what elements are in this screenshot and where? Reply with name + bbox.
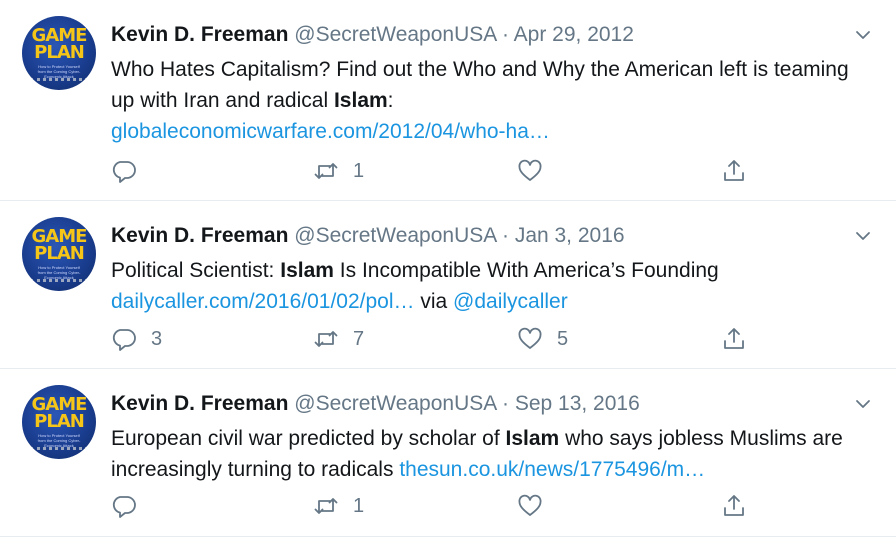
tweet-text-highlight: Islam <box>505 427 560 450</box>
avatar-logo-line2: PLAN <box>34 243 85 264</box>
tweet-actions: 3 7 5 <box>111 324 771 354</box>
tweet-link[interactable]: thesun.co.uk/news/1775496/m… <box>399 458 705 481</box>
reply-icon <box>111 493 137 519</box>
separator-dot: · <box>501 392 509 415</box>
avatar[interactable]: GAME PLAN How to Protect Yourself from t… <box>22 385 96 459</box>
separator-dot: · <box>501 23 509 46</box>
avatar[interactable]: GAME PLAN How to Protect Yourself from t… <box>22 16 96 90</box>
retweet-button[interactable]: 1 <box>313 156 364 186</box>
tweet-header: Kevin D. Freeman @SecretWeaponUSA · Apr … <box>111 22 634 48</box>
reply-button[interactable]: 3 <box>111 324 162 354</box>
share-button[interactable] <box>721 156 747 186</box>
reply-icon <box>111 158 137 184</box>
author-handle[interactable]: @SecretWeaponUSA <box>294 392 496 415</box>
via-text: via <box>414 290 454 313</box>
chevron-down-icon[interactable] <box>854 395 872 413</box>
tweet-text-part: : <box>387 89 394 112</box>
retweet-icon <box>313 326 339 352</box>
retweet-count: 1 <box>353 494 365 517</box>
mention-link[interactable]: @dailycaller <box>453 290 568 313</box>
tweet-text-part: Is Incompatible With America’s Founding <box>333 259 719 282</box>
tweet-text-highlight: Islam <box>280 259 334 282</box>
separator-dot: · <box>501 224 509 247</box>
share-button[interactable] <box>721 324 747 354</box>
tweet[interactable]: GAME PLAN How to Protect Yourself from t… <box>0 0 896 201</box>
reply-button[interactable] <box>111 156 151 186</box>
tweet-text: Who Hates Capitalism? Find out the Who a… <box>111 54 851 147</box>
retweet-button[interactable]: 1 <box>313 491 364 521</box>
retweet-icon <box>313 493 339 519</box>
retweet-count: 1 <box>353 159 365 182</box>
avatar-subtitle: How to Protect Yourself from the Coming … <box>37 64 81 79</box>
like-button[interactable] <box>517 156 557 186</box>
like-count: 5 <box>557 327 569 350</box>
tweet-text-highlight: Islam <box>333 89 388 112</box>
author-name[interactable]: Kevin D. Freeman <box>111 392 288 415</box>
share-icon <box>721 158 747 184</box>
tweet-text-part: Who Hates Capitalism? Find out the Who a… <box>111 58 849 112</box>
tweet[interactable]: GAME PLAN How to Protect Yourself from t… <box>0 369 896 537</box>
tweet-header: Kevin D. Freeman @SecretWeaponUSA · Sep … <box>111 391 640 417</box>
retweet-button[interactable]: 7 <box>313 324 364 354</box>
author-handle[interactable]: @SecretWeaponUSA <box>294 23 496 46</box>
reply-button[interactable] <box>111 491 151 521</box>
tweet-actions: 1 <box>111 491 771 521</box>
like-button[interactable]: 5 <box>517 324 568 354</box>
avatar[interactable]: GAME PLAN How to Protect Yourself from t… <box>22 217 96 291</box>
tweet-date[interactable]: Sep 13, 2016 <box>515 392 640 415</box>
chain-graphic <box>30 447 88 456</box>
like-icon <box>517 493 543 519</box>
retweet-count: 7 <box>353 327 365 350</box>
reply-icon <box>111 326 137 352</box>
chevron-down-icon[interactable] <box>854 227 872 245</box>
share-button[interactable] <box>721 491 747 521</box>
like-icon <box>517 326 543 352</box>
tweet-date[interactable]: Apr 29, 2012 <box>514 23 634 46</box>
reply-count: 3 <box>151 327 163 350</box>
author-name[interactable]: Kevin D. Freeman <box>111 224 288 247</box>
tweet[interactable]: GAME PLAN How to Protect Yourself from t… <box>0 201 896 369</box>
tweet-actions: 1 <box>111 156 771 186</box>
avatar-subtitle: How to Protect Yourself from the Coming … <box>37 433 81 448</box>
like-icon <box>517 158 543 184</box>
avatar-logo-line2: PLAN <box>34 42 85 63</box>
chevron-down-icon[interactable] <box>854 26 872 44</box>
tweet-link[interactable]: globaleconomicwarfare.com/2012/04/who-ha… <box>111 120 550 143</box>
author-handle[interactable]: @SecretWeaponUSA <box>294 224 496 247</box>
tweet-header: Kevin D. Freeman @SecretWeaponUSA · Jan … <box>111 223 625 249</box>
chain-graphic <box>30 279 88 288</box>
tweet-text-part: European civil war predicted by scholar … <box>111 427 506 450</box>
tweet-date[interactable]: Jan 3, 2016 <box>515 224 625 247</box>
avatar-logo-line2: PLAN <box>34 411 85 432</box>
like-button[interactable] <box>517 491 557 521</box>
tweet-text: Political Scientist: Islam Is Incompatib… <box>111 255 851 317</box>
avatar-subtitle: How to Protect Yourself from the Coming … <box>37 265 81 280</box>
tweet-text-part: Political Scientist: <box>111 259 281 282</box>
share-icon <box>721 326 747 352</box>
retweet-icon <box>313 158 339 184</box>
author-name[interactable]: Kevin D. Freeman <box>111 23 288 46</box>
tweet-link[interactable]: dailycaller.com/2016/01/02/pol… <box>111 290 415 313</box>
tweet-text: European civil war predicted by scholar … <box>111 423 851 485</box>
tweet-feed: GAME PLAN How to Protect Yourself from t… <box>0 0 896 538</box>
share-icon <box>721 493 747 519</box>
chain-graphic <box>30 78 88 87</box>
